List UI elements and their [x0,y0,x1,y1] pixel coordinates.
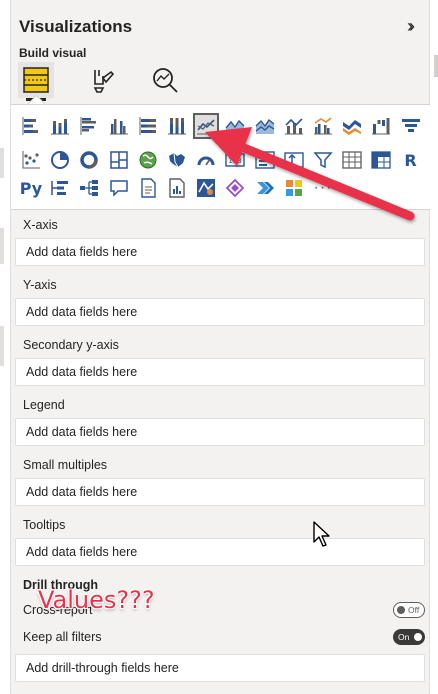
decomposition-tree-icon[interactable] [78,177,100,199]
stacked-area-chart-icon[interactable] [254,115,276,137]
well-label: Small multiples [23,458,108,472]
line-and-clustered-column-chart-icon[interactable] [312,115,334,137]
well-label: Secondary y-axis [23,338,119,352]
line-chart-icon[interactable] [193,113,220,139]
right-edge [432,0,438,694]
toggle-knob [414,633,422,641]
build-visual-icon [23,67,49,93]
drill-through-well[interactable]: Add drill-through fields here [15,654,425,682]
multi-row-card-icon[interactable] [254,149,276,171]
more-visuals-icon[interactable]: ··· [312,177,334,199]
keep-all-filters-toggle[interactable]: On [393,629,425,645]
table-icon[interactable] [341,149,363,171]
ribbon-chart-icon[interactable] [341,115,363,137]
toggle-state-text: On [398,632,410,642]
stacked-bar-chart-icon[interactable] [20,115,42,137]
pane-title: Visualizations [19,17,133,36]
area-chart-icon[interactable] [224,115,246,137]
field-well[interactable]: Add data fields here [15,538,425,566]
build-visual-heading: Build visual [19,46,87,60]
map-icon[interactable] [137,149,159,171]
custom-visual-icon[interactable] [283,177,305,199]
cross-report-toggle[interactable]: Off [393,602,425,618]
well-label: Tooltips [23,518,66,532]
filled-map-icon[interactable] [166,149,188,171]
funnel-chart-icon[interactable] [400,115,422,137]
python-visual-icon[interactable]: Py [20,177,42,199]
more-visuals-label: ··· [313,179,333,196]
power-automate-icon[interactable] [254,177,276,199]
field-well[interactable]: Add data fields here [15,298,425,326]
analytics-magnifier-icon [153,68,178,93]
r-visual-label: R [404,150,417,170]
100-stacked-bar-chart-icon[interactable] [137,115,159,137]
kpi-icon[interactable] [283,149,305,171]
scatter-chart-icon[interactable] [20,149,42,171]
collapse-pane-icon[interactable]: ›› [407,16,415,37]
matrix-icon[interactable] [370,149,392,171]
donut-chart-icon[interactable] [78,149,100,171]
toggle-state-text: Off [408,605,420,615]
field-well[interactable]: Add data fields here [15,238,425,266]
analytics-tab[interactable] [147,62,183,98]
100-stacked-column-chart-icon[interactable] [166,115,188,137]
visual-gallery: 123 R Py ··· [11,104,430,210]
arcgis-map-icon[interactable] [195,177,217,199]
clustered-bar-chart-icon[interactable] [78,115,100,137]
key-influencers-icon[interactable] [49,177,71,199]
well-label: Legend [23,398,65,412]
field-well[interactable]: Add data fields here [15,358,425,386]
toggle-knob [397,606,405,614]
smart-narrative-icon[interactable] [137,177,159,199]
clustered-column-chart-icon[interactable] [108,115,130,137]
keep-all-filters-label: Keep all filters [23,630,102,644]
pie-chart-icon[interactable] [49,149,71,171]
gauge-icon[interactable] [195,149,217,171]
well-label: Y-axis [23,278,57,292]
qa-icon[interactable] [108,177,130,199]
left-edge [0,0,10,694]
treemap-icon[interactable] [108,149,130,171]
power-apps-icon[interactable] [224,177,246,199]
card-icon[interactable]: 123 [224,149,246,171]
python-visual-label: Py [19,178,43,198]
format-brush-icon [93,70,115,93]
field-well[interactable]: Add data fields here [15,418,425,446]
annotation-text: Values??? [38,586,155,614]
slicer-icon[interactable] [312,149,334,171]
stacked-column-chart-icon[interactable] [49,115,71,137]
paginated-report-icon[interactable] [166,177,188,199]
mouse-cursor-icon [313,521,330,547]
line-and-stacked-column-chart-icon[interactable] [283,115,305,137]
field-well[interactable]: Add data fields here [15,478,425,506]
waterfall-chart-icon[interactable] [370,115,392,137]
well-label: X-axis [23,218,58,232]
build-visual-tab[interactable] [18,62,54,101]
svg-text:123: 123 [229,157,242,165]
format-visual-tab[interactable] [83,62,119,98]
r-script-visual-icon[interactable]: R [400,149,422,171]
